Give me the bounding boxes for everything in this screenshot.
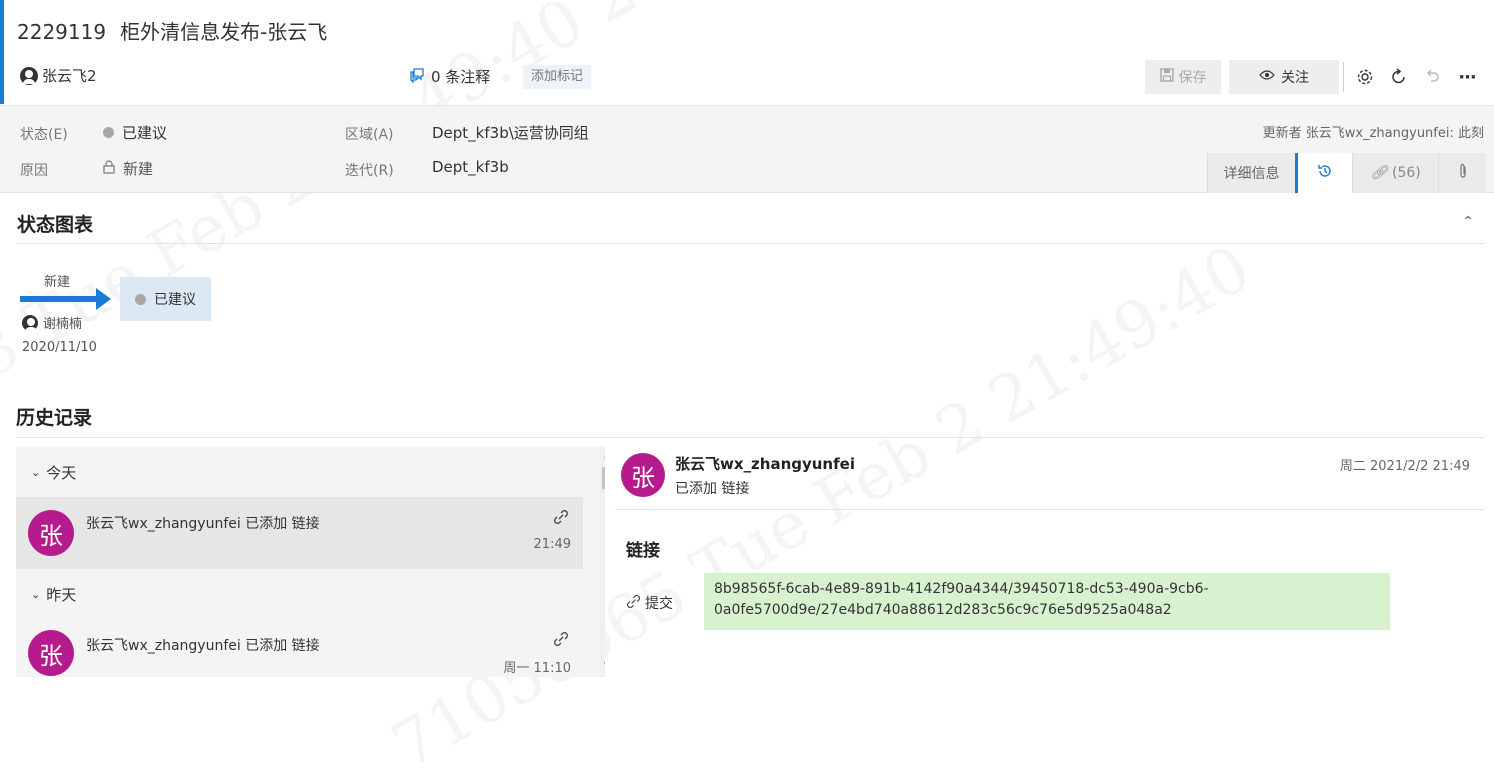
current-state-box: 已建议 <box>120 277 211 321</box>
history-item[interactable]: 张 张云飞wx_zhangyunfei 已添加 链接 21:49 <box>16 497 583 569</box>
commit-link[interactable]: 8b98565f-6cab-4e89-891b-4142f90a4344/394… <box>704 573 1390 630</box>
work-item-type-rail <box>0 0 4 104</box>
comments-count: 0 条注释 <box>431 68 491 86</box>
chevron-down-icon: ⌄ <box>31 587 41 601</box>
comment-icon <box>409 67 425 87</box>
commit-line: 8b98565f-6cab-4e89-891b-4142f90a4344/394… <box>714 581 1209 597</box>
history-list: ⌄ 今天 张 张云飞wx_zhangyunfei 已添加 链接 21:49 ⌄ … <box>16 447 605 677</box>
avatar: 张 <box>28 510 74 556</box>
tab-links[interactable]: 🔗︎ (56) <box>1352 153 1438 193</box>
link-icon: 🔗︎ <box>1370 165 1389 181</box>
lock-icon <box>103 159 115 178</box>
comments-link[interactable]: 0 条注释 <box>409 66 490 87</box>
save-label: 保存 <box>1178 70 1207 86</box>
detail-timestamp: 周二 2021/2/2 21:49 <box>1339 459 1470 474</box>
link-icon <box>553 631 569 651</box>
eye-icon <box>1259 69 1275 85</box>
history-icon <box>1317 163 1333 183</box>
state-dropdown[interactable]: 已建议 <box>103 122 167 143</box>
detail-divider <box>615 509 1485 510</box>
work-item-title[interactable]: 柜外清信息发布-张云飞 <box>120 20 327 44</box>
reason-label: 原因 <box>20 163 48 179</box>
area-label: 区域(A) <box>345 127 394 143</box>
section-divider <box>16 437 1484 438</box>
state-chart-title: 状态图表 <box>17 214 94 236</box>
link-icon <box>553 509 569 529</box>
chevron-down-icon: ⌄ <box>31 465 41 479</box>
tab-history[interactable] <box>1295 153 1352 193</box>
link-icon <box>626 594 641 613</box>
collapse-icon[interactable]: ⌃ <box>1462 214 1474 230</box>
avatar: 张 <box>28 630 74 676</box>
links-section-title: 链接 <box>626 541 660 561</box>
refresh-icon[interactable] <box>1382 60 1416 94</box>
reason-field: 新建 <box>103 158 153 179</box>
group-label: 昨天 <box>46 585 77 604</box>
transition-user: 谢楠楠 <box>22 313 82 332</box>
reason-value: 新建 <box>123 160 154 178</box>
transition-arrow <box>20 296 98 302</box>
state-value: 已建议 <box>122 124 168 142</box>
history-title: 历史记录 <box>16 407 93 429</box>
user-icon <box>22 314 38 332</box>
section-divider <box>16 243 1484 244</box>
toolbar: 保存 关注 ··· <box>1145 60 1484 94</box>
save-button[interactable]: 保存 <box>1145 60 1221 94</box>
transition-arrow-head <box>96 288 111 310</box>
follow-button[interactable]: 关注 <box>1229 60 1339 94</box>
area-field[interactable]: Dept_kf3b\运营协同组 <box>432 122 589 143</box>
more-actions-icon[interactable]: ··· <box>1450 60 1484 94</box>
transition-user-name: 谢楠楠 <box>43 317 83 332</box>
transition-date: 2020/11/10 <box>22 340 97 355</box>
state-dot-icon <box>135 293 146 305</box>
transition-from-state: 新建 <box>44 275 71 290</box>
gear-icon[interactable] <box>1348 60 1382 94</box>
group-header-today[interactable]: ⌄ 今天 <box>16 447 583 497</box>
undo-icon[interactable] <box>1416 60 1450 94</box>
owner-name: 张云飞2 <box>42 67 97 85</box>
follow-label: 关注 <box>1281 70 1309 86</box>
updated-by-text: 更新者 张云飞wx_zhangyunfei: 此刻 <box>1262 126 1484 141</box>
iteration-label: 迭代(R) <box>345 163 394 179</box>
toolbar-divider <box>1343 62 1344 92</box>
history-item-text: 张云飞wx_zhangyunfei 已添加 链接 <box>86 516 320 532</box>
detail-user-name: 张云飞wx_zhangyunfei <box>675 455 855 473</box>
commit-label-text: 提交 <box>645 596 673 612</box>
tab-details[interactable]: 详细信息 <box>1207 153 1295 193</box>
history-item-text: 张云飞wx_zhangyunfei 已添加 链接 <box>86 638 320 654</box>
paperclip-icon <box>1458 163 1468 183</box>
page-title: 2229119 柜外清信息发布-张云飞 <box>17 16 327 45</box>
history-item-time: 21:49 <box>533 537 571 552</box>
iteration-field[interactable]: Dept_kf3b <box>432 158 509 176</box>
state-label: 状态(E) <box>20 127 68 143</box>
links-count: (56) <box>1392 165 1421 181</box>
add-tag-button[interactable]: 添加标记 <box>523 65 592 89</box>
commit-label: 提交 <box>626 593 673 613</box>
save-icon <box>1159 68 1174 86</box>
history-item-time: 周一 11:10 <box>503 661 571 676</box>
avatar: 张 <box>621 453 665 497</box>
work-item-id: 2229119 <box>17 20 107 44</box>
group-header-yesterday[interactable]: ⌄ 昨天 <box>16 569 583 619</box>
user-icon <box>20 66 38 85</box>
history-item[interactable]: 张 张云飞wx_zhangyunfei 已添加 链接 周一 11:10 <box>16 619 583 677</box>
state-dot-icon <box>103 127 114 138</box>
watermark: 3 Tue Feb 2 21:49:40 2021 <box>0 0 755 395</box>
commit-line: 0a0fe5700d9e/27e4bd740a88612d283c56c9c76… <box>714 602 1172 618</box>
history-detail-pane: 张 张云飞wx_zhangyunfei 已添加 链接 周二 2021/2/2 2… <box>605 447 1485 677</box>
tab-attachments[interactable] <box>1438 153 1486 193</box>
owner-field[interactable]: 张云飞2 <box>20 65 97 86</box>
current-state-label: 已建议 <box>154 292 196 308</box>
detail-action: 已添加 链接 <box>675 481 750 497</box>
group-label: 今天 <box>46 463 77 482</box>
detail-tabs: 详细信息 🔗︎ (56) <box>1207 153 1486 193</box>
